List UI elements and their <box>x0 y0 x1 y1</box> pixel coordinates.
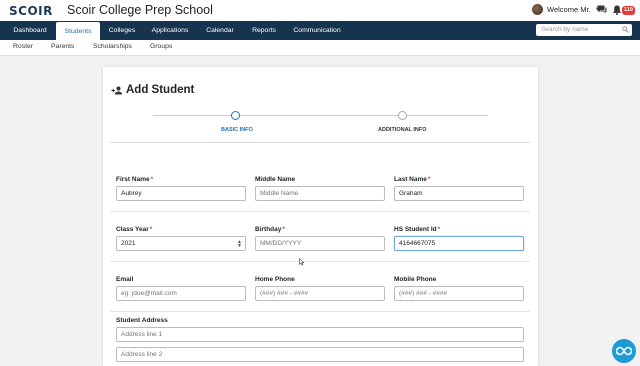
sub-nav: Roster Parents Scholarships Groups <box>0 40 640 56</box>
first-name-label: First Name* <box>116 176 153 183</box>
mouse-cursor-icon <box>299 258 304 266</box>
step-additional-info-dot[interactable] <box>398 111 407 120</box>
middle-name-label: Middle Name <box>255 176 296 183</box>
welcome-text: Welcome Mr. <box>547 5 591 14</box>
search-placeholder: Search by name <box>541 26 589 33</box>
email-field[interactable] <box>116 286 246 301</box>
home-phone-label: Home Phone <box>255 276 295 283</box>
stepper-line <box>153 115 488 116</box>
stepper-divider <box>110 142 530 143</box>
row-divider <box>110 311 530 312</box>
bell-icon[interactable] <box>613 5 621 15</box>
step-basic-info-label[interactable]: BASIC INFO <box>221 127 253 133</box>
student-address-label: Student Address <box>116 317 168 324</box>
search-icon[interactable] <box>622 26 629 33</box>
hs-student-id-label-text: HS Student Id <box>394 226 437 233</box>
school-name: Scoir College Prep School <box>67 3 213 17</box>
class-year-select[interactable]: 2021 ▲ ▼ <box>116 236 246 251</box>
nav-students[interactable]: Students <box>56 22 100 41</box>
page-title: Add Student <box>111 84 194 96</box>
first-name-field[interactable] <box>116 186 246 201</box>
step-basic-info-dot[interactable] <box>231 111 240 120</box>
required-marker: * <box>437 226 441 233</box>
last-name-label-text: Last Name <box>394 176 427 183</box>
first-name-label-text: First Name <box>116 176 150 183</box>
row-divider <box>110 211 530 212</box>
mobile-phone-field[interactable] <box>394 286 524 301</box>
home-phone-field[interactable] <box>255 286 385 301</box>
notification-badge: 119 <box>622 6 635 15</box>
class-year-value: 2021 <box>121 240 136 247</box>
class-year-label: Class Year* <box>116 226 152 233</box>
row-divider <box>110 261 530 262</box>
add-student-card: Add Student BASIC INFO ADDITIONAL INFO F… <box>103 67 538 366</box>
search-input[interactable]: Search by name <box>536 24 632 36</box>
subnav-groups[interactable]: Groups <box>150 43 172 50</box>
class-year-label-text: Class Year <box>116 226 149 233</box>
email-label: Email <box>116 276 134 283</box>
last-name-label: Last Name* <box>394 176 430 183</box>
top-header: SCOIR Scoir College Prep School Welcome … <box>0 0 640 21</box>
subnav-parents[interactable]: Parents <box>51 43 74 50</box>
help-chat-button[interactable] <box>612 339 636 363</box>
required-marker: * <box>150 176 154 183</box>
middle-name-field[interactable] <box>255 186 385 201</box>
nav-dashboard[interactable]: Dashboard <box>6 21 54 40</box>
required-marker: * <box>282 226 285 233</box>
nav-reports[interactable]: Reports <box>244 21 284 40</box>
last-name-field[interactable] <box>394 186 524 201</box>
nav-communication[interactable]: Communication <box>288 21 346 40</box>
infinity-icon <box>616 346 632 356</box>
select-arrows-icon: ▲ ▼ <box>237 239 242 249</box>
scoir-logo[interactable]: SCOIR <box>9 4 53 18</box>
nav-applications[interactable]: Applications <box>144 21 196 40</box>
mobile-phone-label: Mobile Phone <box>394 276 437 283</box>
required-marker: * <box>427 176 431 183</box>
subnav-roster[interactable]: Roster <box>13 43 33 50</box>
required-marker: * <box>149 226 153 233</box>
nav-calendar[interactable]: Calendar <box>200 21 240 40</box>
birthday-label-text: Birthday <box>255 226 282 233</box>
subnav-scholarships[interactable]: Scholarships <box>93 43 132 50</box>
avatar <box>532 4 543 15</box>
nav-colleges[interactable]: Colleges <box>102 21 142 40</box>
birthday-label: Birthday* <box>255 226 285 233</box>
address-line2-field[interactable] <box>116 347 524 362</box>
messages-icon[interactable] <box>597 5 607 14</box>
hs-student-id-label: HS Student Id* <box>394 226 440 233</box>
birthday-field[interactable] <box>255 236 385 251</box>
hs-student-id-field[interactable] <box>394 236 524 251</box>
title-text: Add Student <box>126 84 195 96</box>
user-menu[interactable]: Welcome Mr. ▼ <box>532 4 601 15</box>
add-user-icon <box>111 86 122 94</box>
step-additional-info-label[interactable]: ADDITIONAL INFO <box>378 127 426 133</box>
address-line1-field[interactable] <box>116 327 524 342</box>
